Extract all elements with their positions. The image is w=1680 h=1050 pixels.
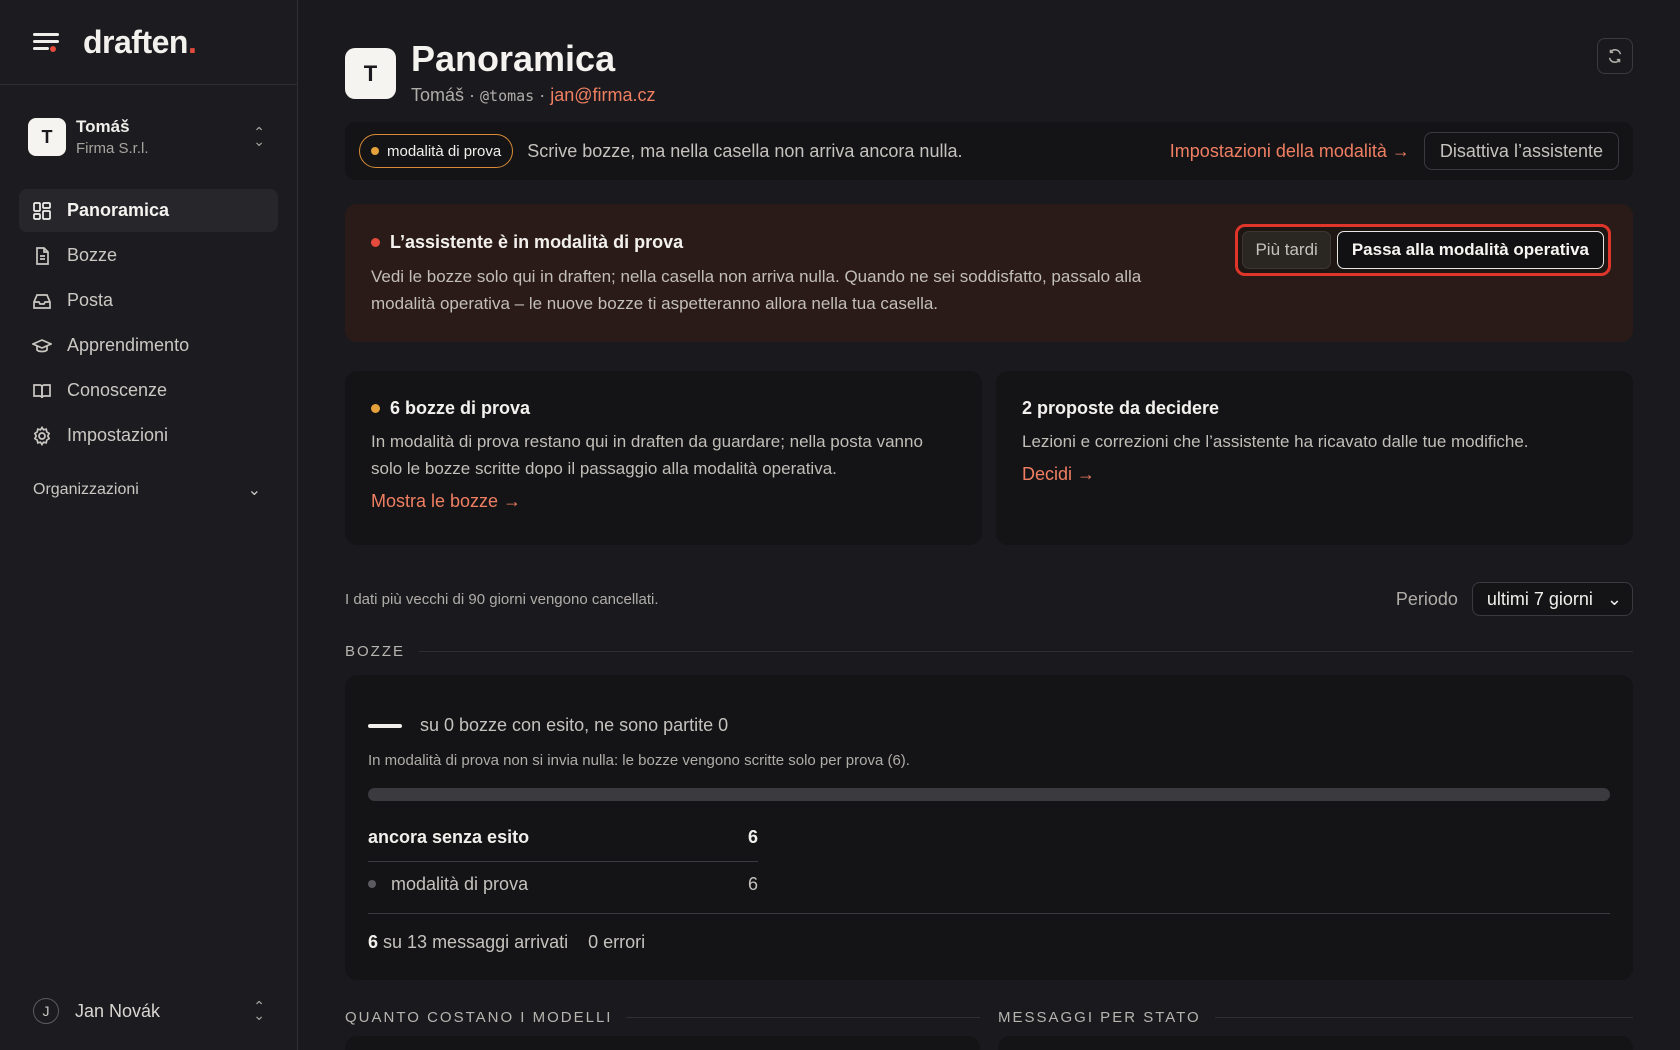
organizations-toggle[interactable]: Organizzazioni ⌄ <box>0 475 297 505</box>
page-header: T Panoramica Tomáš · @tomas · jan@firma.… <box>345 0 1633 122</box>
chevron-down-icon: ⌄ <box>247 482 261 499</box>
trial-drafts-card: 6 bozze di prova In modalità di prova re… <box>345 371 982 545</box>
model-costs-heading: QUANTO COSTANO I MODELLI <box>345 1009 980 1026</box>
pending-row: ancora senza esito 6 <box>368 823 758 862</box>
mode-bar: modalità di prova Scrive bozze, ma nella… <box>345 122 1633 180</box>
status-dot <box>371 404 380 413</box>
model-costs-card <box>345 1036 980 1050</box>
sidebar-item-posta[interactable]: Posta <box>19 279 278 322</box>
drafts-stats-card: su 0 bozze con esito, ne sono partite 0 … <box>345 675 1633 980</box>
sidebar-item-label: Impostazioni <box>67 425 169 445</box>
sidebar-header: draften. <box>0 0 297 85</box>
sidebar-item-panoramica[interactable]: Panoramica <box>19 189 278 232</box>
mode-settings-link[interactable]: Impostazioni della modalità → <box>1170 141 1410 162</box>
account-switcher[interactable]: T Tomáš Firma S.r.l. ⌃ ⌄ <box>0 85 297 189</box>
drafts-stats-note: In modalità di prova non si invia nulla:… <box>368 752 910 769</box>
profile-subtitle: Tomáš · @tomas · jan@firma.cz <box>411 85 656 105</box>
sidebar-item-conoscenze[interactable]: Conoscenze <box>19 369 278 412</box>
show-drafts-link[interactable]: Mostra le bozze → <box>371 491 956 512</box>
switch-to-live-button[interactable]: Passa alla modalità operativa <box>1336 231 1604 269</box>
user-name: Jan Novák <box>75 1000 161 1021</box>
summary-cards: 6 bozze di prova In modalità di prova re… <box>345 371 1633 545</box>
trial-row: modalità di prova 6 <box>368 871 758 897</box>
card-title: 6 bozze di prova <box>371 398 956 419</box>
mode-description: Scrive bozze, ma nella casella non arriv… <box>527 140 963 161</box>
filter-row: I dati più vecchi di 90 giorni vengono c… <box>345 582 1633 616</box>
graduation-cap-icon <box>32 338 52 352</box>
sidebar-item-apprendimento[interactable]: Apprendimento <box>19 324 278 367</box>
status-dot <box>371 238 380 247</box>
chevron-down-icon: ⌄ <box>1606 588 1622 609</box>
bottom-section-headings: QUANTO COSTANO I MODELLI MESSAGGI PER ST… <box>345 1009 1633 1026</box>
decide-link[interactable]: Decidi → <box>1022 464 1607 485</box>
alert-text: Vedi le bozze solo qui in draften; nella… <box>371 267 1142 313</box>
account-avatar: T <box>28 118 66 156</box>
profile-name: Tomáš <box>411 85 465 105</box>
gear-icon <box>33 425 51 446</box>
sidebar-item-label: Bozze <box>67 245 118 265</box>
sidebar-item-label: Posta <box>67 290 114 310</box>
chevron-up-down-icon: ⌃ ⌄ <box>253 998 265 1023</box>
document-icon <box>36 246 49 265</box>
period-filter: Periodo ultimi 7 giorni ⌄ <box>1396 582 1633 616</box>
trial-mode-alert: L’assistente è in modalità di prova Vedi… <box>345 204 1633 342</box>
period-label: Periodo <box>1395 588 1458 609</box>
later-button[interactable]: Più tardi <box>1242 231 1331 269</box>
mode-badge: modalità di prova <box>359 134 514 168</box>
drafts-stats-headline: su 0 bozze con esito, ne sono partite 0 <box>368 675 1610 736</box>
disable-assistant-button[interactable]: Disattiva l’assistente <box>1423 132 1619 170</box>
bottom-cards <box>345 1036 1633 1050</box>
drafts-section-heading: BOZZE <box>345 643 1633 660</box>
inbox-icon <box>33 293 51 309</box>
sidebar-nav: Panoramica Bozze Posta Apprendimento Con… <box>0 189 297 457</box>
profile-handle: @tomas <box>480 87 535 105</box>
messages-by-status-heading: MESSAGGI PER STATO <box>998 1009 1633 1026</box>
refresh-button[interactable] <box>1597 38 1633 74</box>
dashboard-icon <box>33 201 51 220</box>
period-select[interactable]: ultimi 7 giorni ⌄ <box>1471 582 1633 616</box>
profile-email-link[interactable]: jan@firma.cz <box>550 85 655 105</box>
menu-icon[interactable] <box>33 31 59 53</box>
messages-by-status-card <box>998 1036 1633 1050</box>
alert-actions: Più tardi Passa alla modalità operativa <box>1235 224 1611 276</box>
card-text: Lezioni e correzioni che l’assistente ha… <box>1022 432 1529 451</box>
card-title: 2 proposte da decidere <box>1022 398 1220 418</box>
dash-icon <box>368 723 402 728</box>
chevron-up-down-icon: ⌃ ⌄ <box>253 124 265 149</box>
profile-avatar: T <box>345 48 396 99</box>
drafts-stats-footer: 6 su 13 messaggi arrivati 0 errori <box>368 913 1610 953</box>
status-dot <box>368 880 376 888</box>
sidebar-item-label: Apprendimento <box>67 335 190 355</box>
proposals-card: 2 proposte da decidere Lezioni e correzi… <box>996 371 1633 545</box>
sidebar: draften. T Tomáš Firma S.r.l. ⌃ ⌄ Panoram… <box>0 0 298 1050</box>
organizations-label: Organizzazioni <box>33 481 139 498</box>
account-name: Tomáš <box>76 117 130 136</box>
account-org: Firma S.r.l. <box>76 140 149 157</box>
user-menu[interactable]: J Jan Novák ⌃ ⌄ <box>33 994 265 1028</box>
card-text: In modalità di prova restano qui in draf… <box>371 432 923 478</box>
refresh-icon <box>1608 49 1622 63</box>
sent-progress-bar <box>368 788 1610 801</box>
main-content: T Panoramica Tomáš · @tomas · jan@firma.… <box>345 0 1633 1050</box>
user-avatar: J <box>33 998 59 1024</box>
sidebar-item-bozze[interactable]: Bozze <box>19 234 278 277</box>
sidebar-item-impostazioni[interactable]: Impostazioni <box>19 414 278 457</box>
retention-note: I dati più vecchi di 90 giorni vengono c… <box>345 590 659 608</box>
sidebar-item-label: Panoramica <box>67 200 170 220</box>
sidebar-item-label: Conoscenze <box>67 380 168 400</box>
page-title: Panoramica <box>411 38 616 79</box>
app-logo[interactable]: draften. <box>83 24 197 61</box>
book-icon <box>33 383 51 398</box>
